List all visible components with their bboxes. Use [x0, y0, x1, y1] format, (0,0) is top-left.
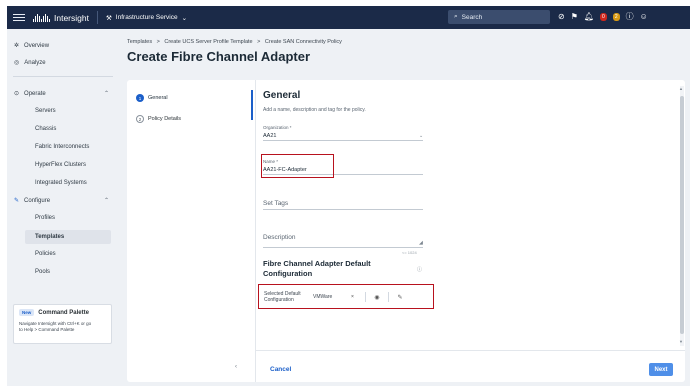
description-counter: <= 1024 — [402, 250, 417, 255]
analyze-icon: ◎ — [14, 60, 20, 66]
app-window: Intersight ⚒ Infrastructure Service ⌄ ⌕ … — [7, 6, 690, 386]
page-title: Create Fibre Channel Adapter — [127, 49, 311, 64]
chevron-down-icon[interactable]: ⌄ — [419, 133, 423, 139]
step-number: 2 — [136, 115, 144, 123]
organization-label: Organization * — [263, 125, 292, 130]
chevron-down-icon: ⌄ — [181, 14, 188, 22]
sidebar-item-overview[interactable]: ✲ Overview — [14, 42, 49, 50]
command-palette-title: Command Palette — [38, 309, 89, 316]
breadcrumb-item[interactable]: Templates — [127, 39, 152, 45]
default-config-highlight — [258, 284, 434, 309]
step-label: General — [148, 95, 168, 101]
step-general[interactable]: 1 General — [136, 94, 168, 102]
sidebar-item-templates[interactable]: Templates — [25, 230, 111, 244]
chevron-up-icon[interactable]: ⌃ — [104, 197, 109, 204]
sidebar-item-fabric-interconnects[interactable]: Fabric Interconnects — [35, 144, 89, 150]
bell-icon[interactable]: 🔔︎ — [584, 12, 594, 21]
description-input[interactable]: Description — [263, 234, 296, 241]
megaphone-icon[interactable]: ⚑ — [571, 12, 578, 21]
sidebar-item-operate[interactable]: ⊙ Operate — [14, 90, 46, 98]
sidebar-item-chassis[interactable]: Chassis — [35, 126, 56, 132]
tags-input[interactable]: Set Tags — [263, 200, 288, 207]
service-label: Infrastructure Service — [115, 14, 178, 21]
service-icon: ⚒ — [105, 14, 112, 22]
search-icon: ⌕ — [454, 13, 458, 20]
sidebar-item-integrated-systems[interactable]: Integrated Systems — [35, 180, 87, 186]
step-policy-details[interactable]: 2 Policy Details — [136, 115, 181, 123]
breadcrumb-item[interactable]: Create SAN Connectivity Policy — [265, 39, 342, 45]
step-number: 1 — [136, 94, 144, 102]
command-palette-card[interactable]: New Command Palette Navigate Intersight … — [13, 304, 112, 344]
wrench-icon: ✎ — [14, 198, 20, 204]
breadcrumb-item[interactable]: Create UCS Server Profile Template — [164, 39, 252, 45]
top-bar: Intersight ⚒ Infrastructure Service ⌄ ⌕ … — [7, 6, 690, 29]
command-palette-text: to Help > Command Palette — [19, 327, 75, 332]
search-input[interactable]: ⌕ Search — [448, 10, 550, 24]
organization-select[interactable]: AA21 — [263, 133, 276, 139]
name-highlight — [261, 154, 334, 178]
active-step-indicator — [251, 90, 253, 120]
scrollbar-thumb[interactable] — [680, 96, 684, 334]
chevron-left-icon[interactable]: ‹ — [235, 364, 237, 370]
wizard-card: 1 General 2 Policy Details ‹ General Add… — [127, 80, 685, 382]
new-badge: New — [19, 309, 35, 316]
top-icons: ⊘ ⚑ 🔔︎ 0 2 ⓘ ☺ — [558, 11, 648, 22]
cisco-logo — [33, 13, 50, 22]
step-label: Policy Details — [148, 116, 182, 122]
sidebar: ✲ Overview ◎ Analyze ⊙ Operate ⌃ Servers… — [7, 29, 120, 386]
help-icon[interactable]: ⓘ — [626, 11, 634, 22]
check-circle-icon[interactable]: ⊘ — [558, 12, 565, 21]
info-icon: ⓘ — [417, 267, 423, 273]
breadcrumb: Templates > Create UCS Server Profile Te… — [127, 39, 342, 45]
sidebar-item-hyperflex-clusters[interactable]: HyperFlex Clusters — [35, 162, 86, 168]
default-config-heading: Fibre Channel Adapter Default Configurat… — [263, 259, 371, 278]
overview-icon: ✲ — [14, 43, 20, 49]
scrollbar[interactable]: ▲ ▼ — [679, 86, 684, 346]
brand-name: Intersight — [54, 12, 89, 23]
alarm-badge-warning[interactable]: 2 — [612, 12, 620, 21]
sidebar-item-servers[interactable]: Servers — [35, 108, 56, 114]
sidebar-item-analyze[interactable]: ◎ Analyze — [14, 59, 46, 67]
wizard-steps: 1 General 2 Policy Details ‹ — [127, 80, 255, 370]
sidebar-item-policies[interactable]: Policies — [35, 251, 56, 257]
service-selector[interactable]: ⚒ Infrastructure Service ⌄ — [106, 14, 187, 22]
section-hint: Add a name, description and tag for the … — [263, 107, 366, 113]
scroll-down-icon[interactable]: ▼ — [679, 339, 683, 344]
menu-icon[interactable] — [13, 14, 25, 21]
operate-icon: ⊙ — [14, 91, 20, 97]
resize-handle-icon[interactable]: ◢ — [419, 240, 423, 246]
alarm-badge-critical[interactable]: 0 — [600, 12, 607, 21]
section-heading: General — [263, 90, 301, 101]
scroll-up-icon[interactable]: ▲ — [679, 86, 683, 91]
chevron-up-icon[interactable]: ⌃ — [104, 90, 109, 97]
sidebar-item-pools[interactable]: Pools — [35, 269, 50, 275]
search-label: Search — [461, 13, 483, 21]
sidebar-item-configure[interactable]: ✎ Configure — [14, 197, 50, 205]
cancel-button[interactable]: Cancel — [270, 366, 291, 373]
user-icon[interactable]: ☺ — [640, 12, 648, 21]
sidebar-item-profiles[interactable]: Profiles — [35, 215, 55, 221]
next-button[interactable]: Next — [649, 363, 673, 376]
